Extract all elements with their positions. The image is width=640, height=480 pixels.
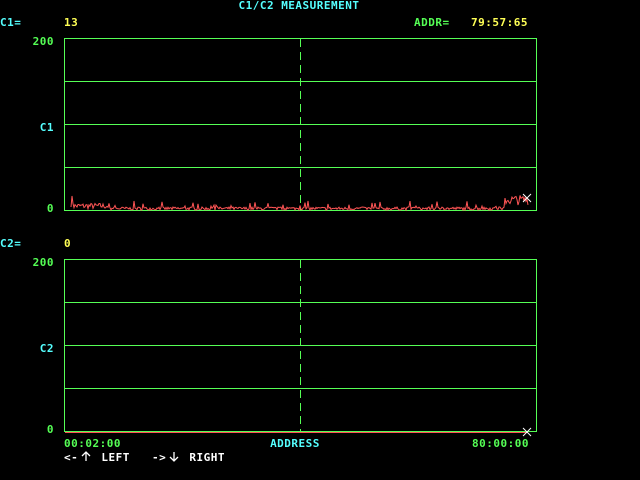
c1-trace: [70, 195, 529, 212]
measurement-plots: [64, 38, 537, 437]
c2-plot: [64, 259, 537, 437]
c1-plot: [64, 38, 537, 212]
